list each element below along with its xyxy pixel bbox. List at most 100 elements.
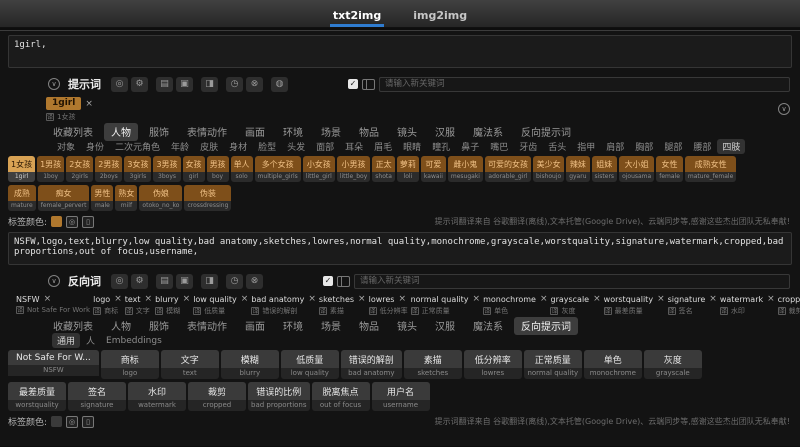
subcategory-对象[interactable]: 对象 xyxy=(52,139,80,154)
tab-镜头[interactable]: 镜头 xyxy=(390,317,424,335)
tab-环境[interactable]: 环境 xyxy=(276,317,310,335)
subcategory-舌头[interactable]: 舌头 xyxy=(543,139,571,154)
remove-chip-icon[interactable]: × xyxy=(767,294,775,304)
subcategory-人[interactable]: 人 xyxy=(81,333,100,348)
tag-1girl[interactable]: 1女孩 1girl xyxy=(8,156,36,182)
subcategory-二次元角色[interactable]: 二次元角色 xyxy=(110,139,165,154)
tag-out of focus[interactable]: 脱离焦点 out of focus xyxy=(311,382,370,411)
tag-little_girl[interactable]: 小女孩 little_girl xyxy=(302,156,335,182)
tag-bad anatomy[interactable]: 错误的解剖 bad anatomy xyxy=(340,350,402,379)
subcategory-腰部[interactable]: 腰部 xyxy=(688,139,716,154)
tab-魔法系[interactable]: 魔法系 xyxy=(466,317,510,335)
negative-keyword-input[interactable] xyxy=(354,273,790,289)
subcategory-鼻子[interactable]: 鼻子 xyxy=(456,139,484,154)
tag-female[interactable]: 女性 female xyxy=(656,156,683,182)
load-preset-icon[interactable]: ▣ xyxy=(176,76,193,92)
subcategory-四肢[interactable]: 四肢 xyxy=(717,139,746,154)
subcategory-皮肤[interactable]: 皮肤 xyxy=(195,139,223,154)
tag-worstquality[interactable]: 最差质量 worstquality xyxy=(8,382,66,411)
tag-color-swatch[interactable] xyxy=(51,416,63,427)
settings-icon[interactable]: ⚙ xyxy=(131,76,148,92)
tag-monochrome[interactable]: 单色 monochrome xyxy=(583,350,642,379)
translate-toggle-icon[interactable]: ◎ xyxy=(111,76,128,92)
subcategory-耳朵[interactable]: 耳朵 xyxy=(340,139,368,154)
settings-icon[interactable]: ⚙ xyxy=(131,273,148,289)
translate-toggle-icon[interactable]: ◎ xyxy=(111,273,128,289)
history-icon[interactable]: ◷ xyxy=(226,273,243,289)
tab-汉服[interactable]: 汉服 xyxy=(428,317,462,335)
subcategory-胸部[interactable]: 胸部 xyxy=(630,139,658,154)
subcategory-脸型[interactable]: 脸型 xyxy=(253,139,281,154)
tab-画面[interactable]: 画面 xyxy=(238,317,272,335)
tag-multiple_girls[interactable]: 多个女孩 multiple_girls xyxy=(254,156,301,182)
tab-物品[interactable]: 物品 xyxy=(352,317,386,335)
subcategory-身材[interactable]: 身材 xyxy=(224,139,252,154)
remove-chip-icon[interactable]: × xyxy=(183,294,191,304)
remove-chip-icon[interactable]: × xyxy=(241,294,249,304)
color-picker-icon[interactable]: ◎ xyxy=(66,415,79,428)
tab-场景[interactable]: 场景 xyxy=(314,317,348,335)
subcategory-身份[interactable]: 身份 xyxy=(81,139,109,154)
remove-chip-icon[interactable]: × xyxy=(85,99,93,109)
remove-chip-icon[interactable]: × xyxy=(657,294,665,304)
tag-username[interactable]: 用户名 username xyxy=(371,382,430,411)
tag-shota[interactable]: 正太 shota xyxy=(372,156,395,182)
tag-sketches[interactable]: 素描 sketches xyxy=(403,350,462,379)
tab-反向提示词[interactable]: 反向提示词 xyxy=(514,317,578,335)
tag-boy[interactable]: 男孩 boy xyxy=(206,156,229,182)
load-preset-icon[interactable]: ▣ xyxy=(176,273,193,289)
remove-chip-icon[interactable]: × xyxy=(145,294,153,304)
tag-blurry[interactable]: 模糊 blurry xyxy=(220,350,279,379)
subcategory-面部[interactable]: 面部 xyxy=(311,139,339,154)
tag-signature[interactable]: 签名 signature xyxy=(68,382,126,411)
tag-otoko_no_ko[interactable]: 伪娘 otoko_no_ko xyxy=(139,185,183,211)
clear-icon[interactable]: ⊗ xyxy=(246,273,263,289)
subcategory-头发[interactable]: 头发 xyxy=(282,139,310,154)
tag-male[interactable]: 男性 male xyxy=(91,185,114,211)
subcategory-肩部[interactable]: 肩部 xyxy=(601,139,629,154)
subcategory-Embeddings[interactable]: Embeddings xyxy=(101,335,167,347)
checkbox-checked-icon[interactable]: ✓ xyxy=(323,276,333,286)
tag-3boys[interactable]: 3男孩 3boys xyxy=(153,156,181,182)
tab-服饰[interactable]: 服饰 xyxy=(142,317,176,335)
save-preset-icon[interactable]: ▤ xyxy=(156,76,173,92)
tab-表情动作[interactable]: 表情动作 xyxy=(180,317,234,335)
positive-keyword-input[interactable] xyxy=(379,76,790,92)
subcategory-牙齿[interactable]: 牙齿 xyxy=(514,139,542,154)
tag-low quality[interactable]: 低质量 low quality xyxy=(280,350,339,379)
remove-chip-icon[interactable]: × xyxy=(358,294,366,304)
tag-solo[interactable]: 单人 solo xyxy=(230,156,253,182)
tag-ojousama[interactable]: 大小姐 ojousama xyxy=(619,156,655,182)
subcategory-指甲[interactable]: 指甲 xyxy=(572,139,600,154)
tag-gyaru[interactable]: 辣妹 gyaru xyxy=(566,156,590,182)
tag-little_boy[interactable]: 小男孩 little_boy xyxy=(336,156,371,182)
tag-color-swatch[interactable] xyxy=(51,216,63,227)
negative-prompt-textarea[interactable]: NSFW,logo,text,blurry,low quality,bad an… xyxy=(8,232,792,265)
subcategory-腿部[interactable]: 腿部 xyxy=(659,139,687,154)
tab-img2img[interactable]: img2img xyxy=(410,9,470,27)
tab-人物[interactable]: 人物 xyxy=(104,317,138,335)
tag-kawaii[interactable]: 可爱 kawaii xyxy=(420,156,446,182)
tag-logo[interactable]: 商标 logo xyxy=(100,350,159,379)
tag-girl[interactable]: 女孩 girl xyxy=(182,156,205,182)
remove-chip-icon[interactable]: × xyxy=(308,294,316,304)
subcategory-嘴巴[interactable]: 嘴巴 xyxy=(485,139,513,154)
clear-icon[interactable]: ⊗ xyxy=(246,76,263,92)
tag-NSFW[interactable]: Not Safe For W... NSFW xyxy=(8,350,99,379)
tab-txt2img[interactable]: txt2img xyxy=(329,9,385,27)
tag-3girls[interactable]: 3女孩 3girls xyxy=(124,156,152,182)
remove-chip-icon[interactable]: × xyxy=(44,294,52,304)
history-icon[interactable]: ◷ xyxy=(226,76,243,92)
tag-grayscale[interactable]: 灰度 grayscale xyxy=(643,350,702,379)
collapse-chevron-icon[interactable]: ∨ xyxy=(778,103,790,115)
tag-adorable_girl[interactable]: 可爱的女孩 adorable_girl xyxy=(484,156,531,182)
remove-chip-icon[interactable]: × xyxy=(709,294,717,304)
tag-lowres[interactable]: 低分辨率 lowres xyxy=(463,350,522,379)
color-reset-icon[interactable]: ▯ xyxy=(82,415,95,428)
help-icon[interactable]: ◍ xyxy=(271,76,288,92)
toggle-icon[interactable] xyxy=(337,275,350,287)
color-reset-icon[interactable]: ▯ xyxy=(82,215,95,228)
tag-cropped[interactable]: 裁剪 cropped xyxy=(188,382,246,411)
subcategory-通用[interactable]: 通用 xyxy=(52,333,81,348)
tag-sisters[interactable]: 姐妹 sisters xyxy=(591,156,618,182)
